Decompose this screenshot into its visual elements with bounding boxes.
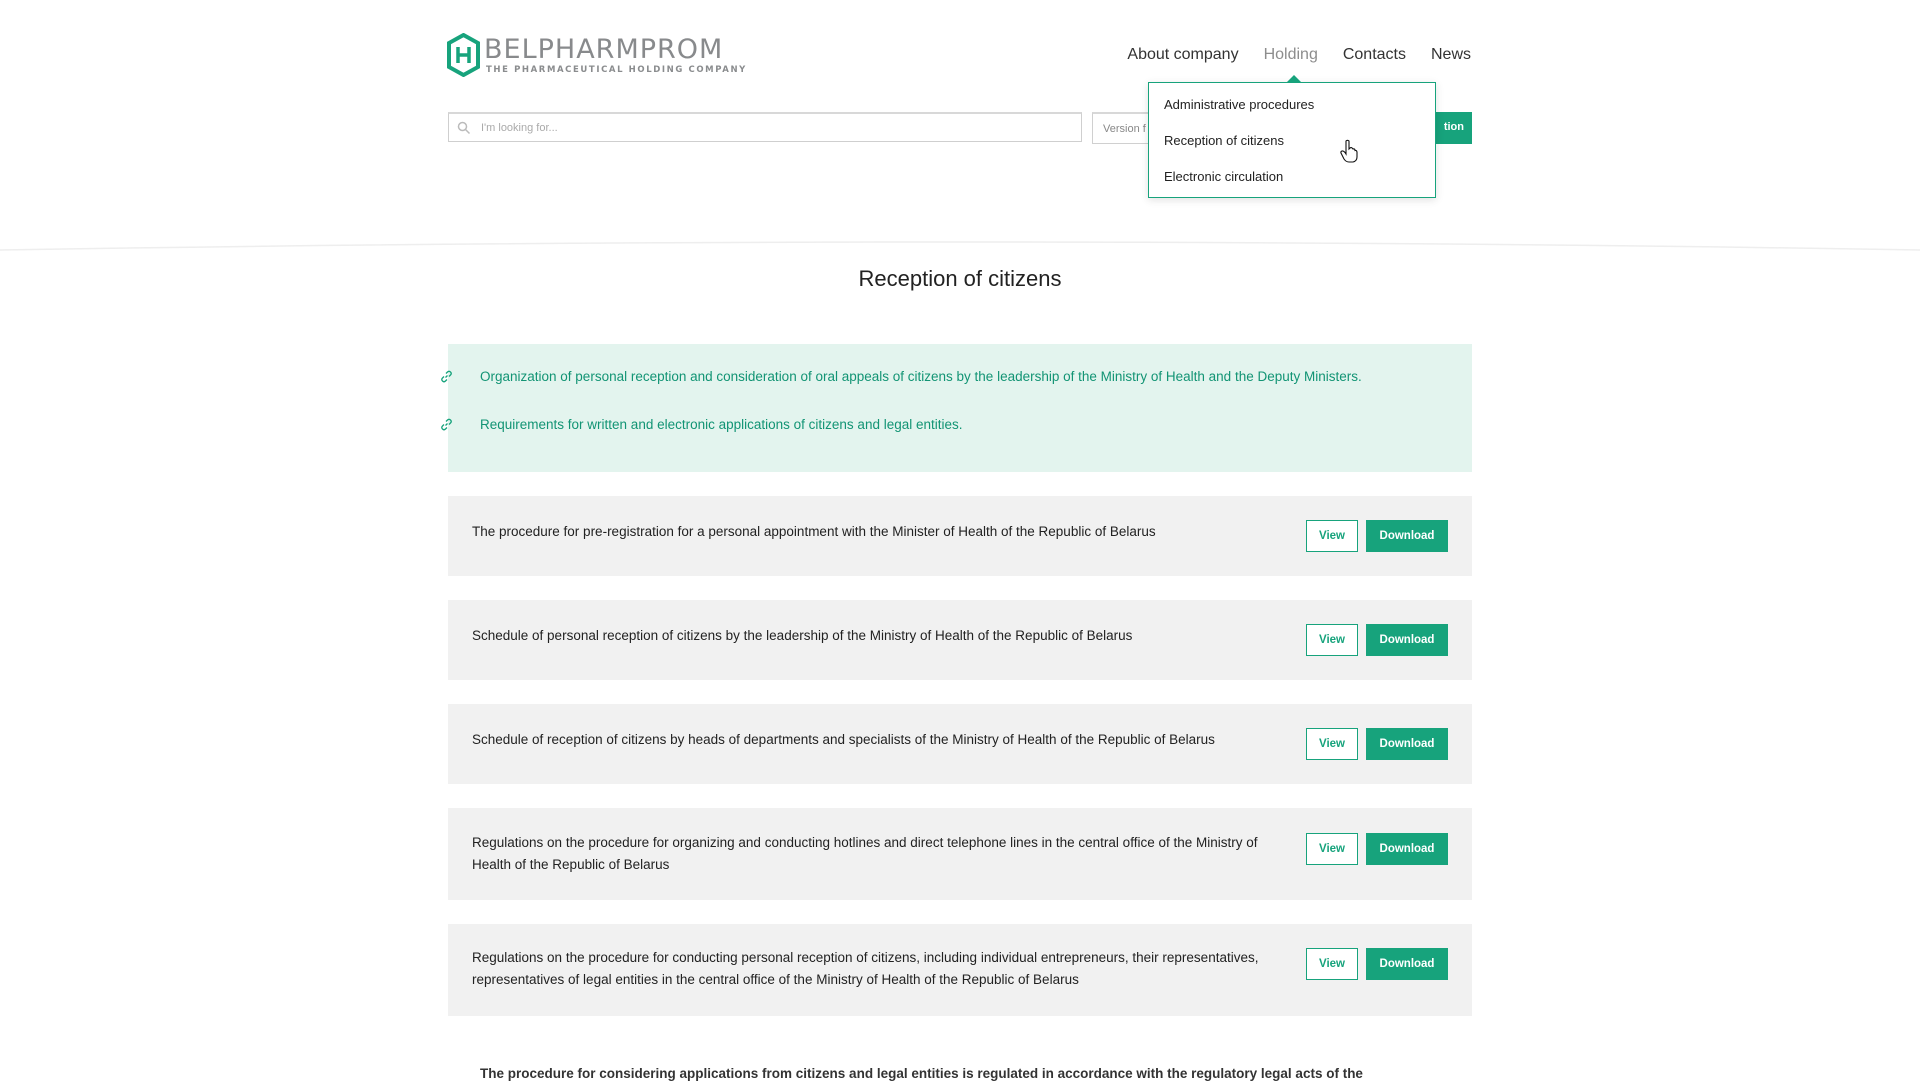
- nav-holding[interactable]: Holding: [1264, 46, 1318, 64]
- header-divider-curve: [0, 241, 1920, 251]
- link-icon: [441, 418, 452, 430]
- logo-mark-icon: [447, 33, 480, 77]
- page-title: Reception of citizens: [858, 266, 1062, 291]
- search-input[interactable]: [479, 120, 1043, 135]
- document-title: The procedure for pre-registration for a…: [472, 524, 1156, 539]
- logo-name: BELPHARMPROM: [484, 33, 724, 65]
- search-bar: [448, 112, 1082, 142]
- link-icon: [441, 370, 452, 382]
- nav-contacts[interactable]: Contacts: [1343, 46, 1406, 64]
- document-row: Schedule of reception of citizens by hea…: [448, 704, 1472, 784]
- menu-item-administrative-procedures[interactable]: Administrative procedures: [1164, 97, 1314, 112]
- procedure-note: The procedure for considering applicatio…: [480, 1066, 1363, 1081]
- download-button[interactable]: Download: [1366, 728, 1448, 760]
- document-row: Regulations on the procedure for conduct…: [448, 924, 1472, 1016]
- logo-tagline: THE PHARMACEUTICAL HOLDING COMPANY: [486, 64, 747, 75]
- main-nav: About company Holding Contacts News: [1127, 46, 1471, 64]
- document-row: Regulations on the procedure for organiz…: [448, 808, 1472, 900]
- document-title: Regulations on the procedure for organiz…: [472, 835, 1258, 872]
- view-button[interactable]: View: [1306, 624, 1358, 656]
- dropdown-pointer: [1287, 75, 1301, 82]
- download-button[interactable]: Download: [1366, 520, 1448, 552]
- search-icon: [457, 121, 471, 134]
- menu-item-electronic-circulation[interactable]: Electronic circulation: [1164, 169, 1283, 184]
- document-title: Schedule of personal reception of citize…: [472, 628, 1133, 643]
- holding-dropdown-menu: Administrative procedures Reception of c…: [1148, 82, 1436, 198]
- download-button[interactable]: Download: [1366, 624, 1448, 656]
- download-button[interactable]: Download: [1366, 833, 1448, 865]
- document-row: Schedule of personal reception of citize…: [448, 600, 1472, 680]
- related-link-text[interactable]: Organization of personal reception and c…: [480, 369, 1362, 384]
- view-button[interactable]: View: [1306, 520, 1358, 552]
- document-title: Schedule of reception of citizens by hea…: [472, 732, 1215, 747]
- nav-news[interactable]: News: [1431, 46, 1471, 64]
- view-button[interactable]: View: [1306, 728, 1358, 760]
- nav-about-company[interactable]: About company: [1127, 46, 1238, 64]
- related-link-text[interactable]: Requirements for written and electronic …: [480, 417, 963, 432]
- logo[interactable]: BELPHARMPROM THE PHARMACEUTICAL HOLDING …: [447, 33, 747, 77]
- view-button[interactable]: View: [1306, 833, 1358, 865]
- document-row: The procedure for pre-registration for a…: [448, 496, 1472, 576]
- related-links-panel: Organization of personal reception and c…: [441, 344, 1472, 472]
- hand-cursor-icon: [1340, 139, 1358, 163]
- version-select[interactable]: Version f: [1092, 112, 1152, 144]
- download-button[interactable]: Download: [1366, 948, 1448, 980]
- menu-item-reception-of-citizens[interactable]: Reception of citizens: [1164, 133, 1284, 148]
- view-button[interactable]: View: [1306, 948, 1358, 980]
- document-title: Regulations on the procedure for conduct…: [472, 950, 1259, 987]
